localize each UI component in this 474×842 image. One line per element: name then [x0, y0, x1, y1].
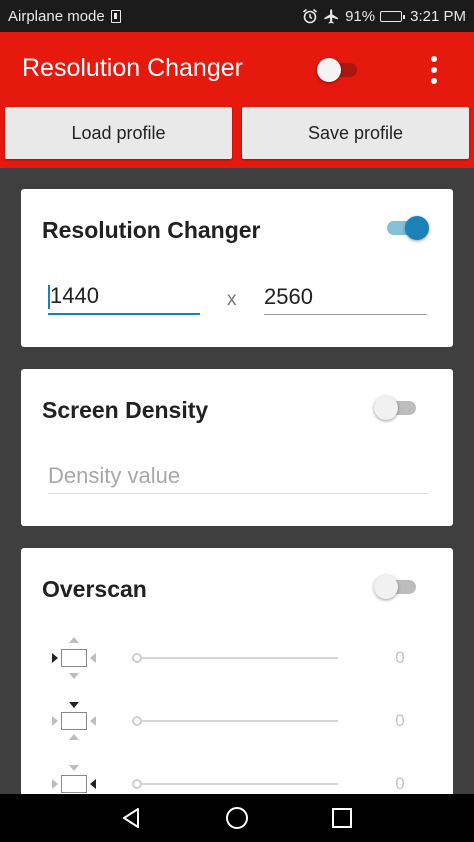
overscan-right-value: 0	[395, 774, 405, 793]
density-placeholder: Density value	[48, 463, 181, 488]
navigation-bar	[0, 794, 474, 842]
app-bar: Resolution Changer Load profile Save pro…	[0, 32, 474, 168]
density-input[interactable]: Density value	[48, 458, 427, 494]
resolution-switch[interactable]	[385, 216, 429, 240]
overscan-card: Overscan 0 0 0	[21, 548, 453, 794]
density-card-title: Screen Density	[42, 397, 209, 423]
overscan-left-value: 0	[395, 648, 405, 667]
overscan-top-value: 0	[395, 711, 405, 730]
sim-card-icon	[110, 9, 121, 23]
overscan-card-title: Overscan	[42, 576, 147, 602]
recents-icon[interactable]	[320, 798, 364, 838]
height-input[interactable]: 2560	[264, 279, 427, 315]
overscan-left-slider[interactable]	[132, 648, 338, 668]
width-input[interactable]: 1440	[48, 279, 200, 315]
density-switch[interactable]	[374, 396, 418, 420]
height-value: 2560	[264, 284, 313, 309]
overscan-top-slider[interactable]	[132, 711, 338, 731]
back-icon[interactable]	[109, 798, 153, 838]
overscan-right-slider[interactable]	[132, 774, 338, 794]
master-switch-thumb	[317, 58, 341, 82]
clock: 3:21 PM	[410, 7, 466, 25]
network-label: Airplane mode	[8, 7, 105, 25]
app-title: Resolution Changer	[22, 54, 243, 82]
status-bar: Airplane mode 91% 3:21 PM	[0, 0, 474, 32]
home-icon[interactable]	[215, 798, 259, 838]
times-separator: x	[227, 289, 237, 310]
overscan-top-icon	[51, 699, 97, 743]
save-profile-button[interactable]: Save profile	[242, 107, 469, 159]
more-vert-icon[interactable]	[420, 50, 448, 90]
load-profile-button[interactable]: Load profile	[5, 107, 232, 159]
resolution-card-title: Resolution Changer	[42, 217, 261, 243]
airplane-icon	[324, 8, 338, 24]
battery-icon	[380, 10, 406, 22]
overscan-right-icon	[51, 762, 97, 794]
battery-percent: 91%	[345, 7, 376, 25]
overscan-switch[interactable]	[374, 575, 418, 599]
settings-list[interactable]: Resolution Changer 1440 x 2560 Screen De…	[0, 168, 474, 794]
alarm-clock-icon	[303, 8, 318, 24]
resolution-card: Resolution Changer 1440 x 2560	[21, 189, 453, 347]
overscan-left-icon	[51, 636, 97, 680]
width-value: 1440	[50, 283, 99, 308]
master-switch[interactable]	[317, 58, 359, 82]
density-card: Screen Density Density value	[21, 369, 453, 526]
